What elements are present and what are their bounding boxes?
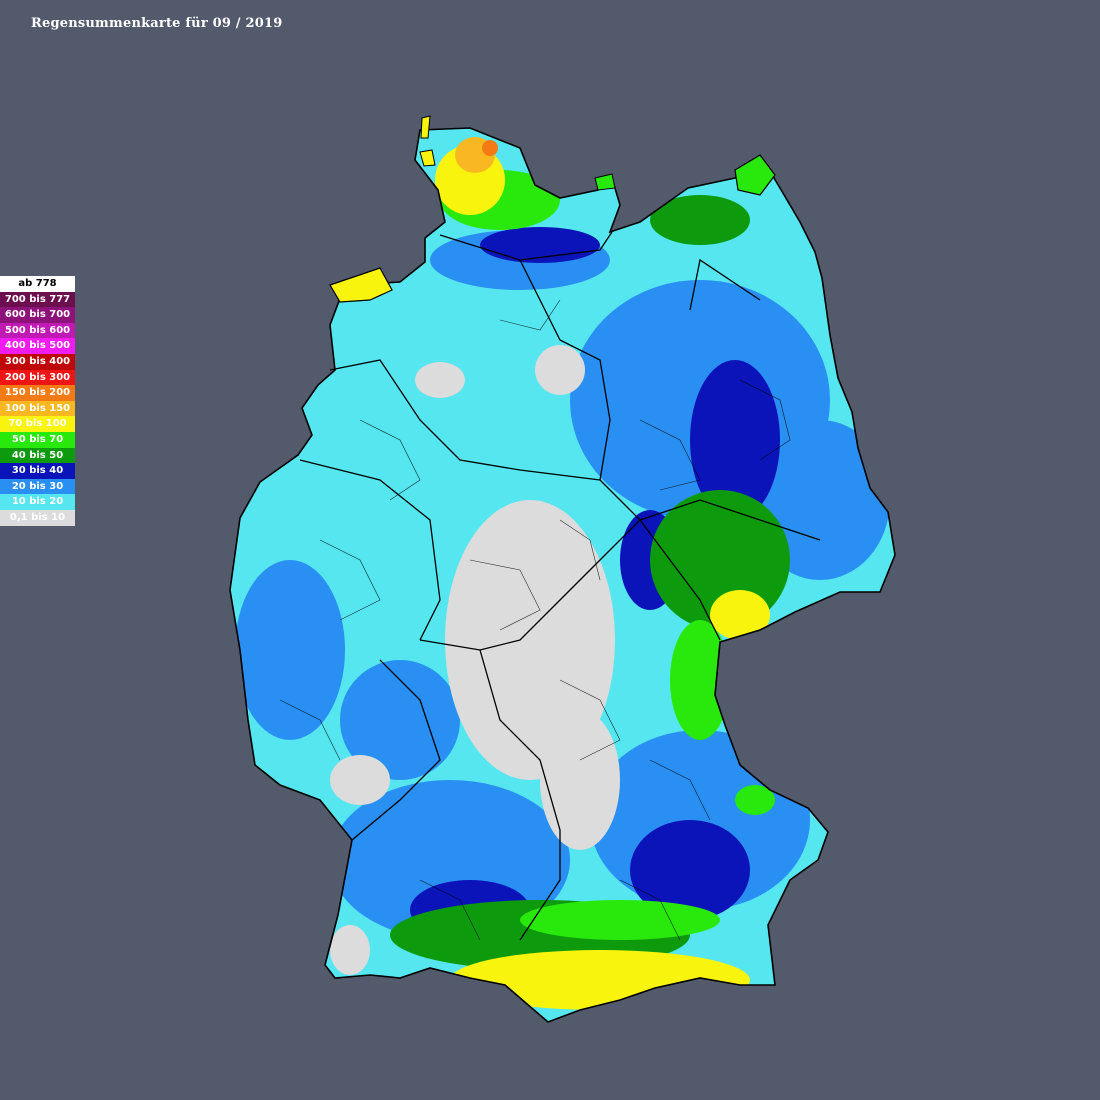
rainfall-fill xyxy=(230,128,895,1022)
germany-precipitation-map xyxy=(229,115,896,1023)
